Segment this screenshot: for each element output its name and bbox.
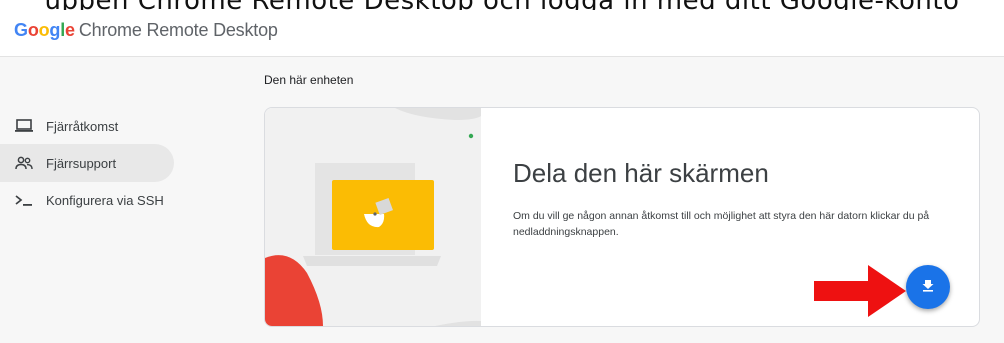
product-name: Chrome Remote Desktop [78,20,278,40]
sidebar-item-remote-support[interactable]: Fjärrsupport [0,144,174,182]
card-description: Om du vill ge någon annan åtkomst till o… [513,210,930,238]
app-header: Google Chrome Remote Desktop [0,10,1004,57]
app-logo[interactable]: Google Chrome Remote Desktop [14,20,278,41]
card-illustration [265,108,481,326]
share-screen-illustration [265,108,481,326]
sidebar-item-label: Fjärrsupport [46,155,117,171]
google-logo-letter: o [38,20,50,40]
sidebar-item-label: Fjärråtkomst [46,118,119,134]
laptop-icon [12,118,36,134]
google-logo-letter: o [27,20,39,40]
download-button[interactable] [906,265,950,309]
download-icon [921,278,935,297]
sidebar-item-ssh[interactable]: Konfigurera via SSH [0,181,174,219]
top-caption: uppen Chrome Remote Desktop och logga in… [0,0,1004,10]
google-logo: Google [14,20,75,40]
card-title: Dela den här skärmen [513,158,769,188]
section-label: Den här enheten [264,73,354,87]
sidebar-item-remote-access[interactable]: Fjärråtkomst [0,107,174,145]
terminal-icon [12,192,36,208]
google-logo-letter: e [65,20,75,40]
people-icon [12,155,36,171]
google-logo-letter: g [49,20,61,40]
sidebar-item-label: Konfigurera via SSH [46,192,164,208]
top-caption-text: uppen Chrome Remote Desktop och logga in… [0,0,1004,10]
google-logo-letter: G [14,20,28,40]
red-arrow-icon [814,265,906,322]
